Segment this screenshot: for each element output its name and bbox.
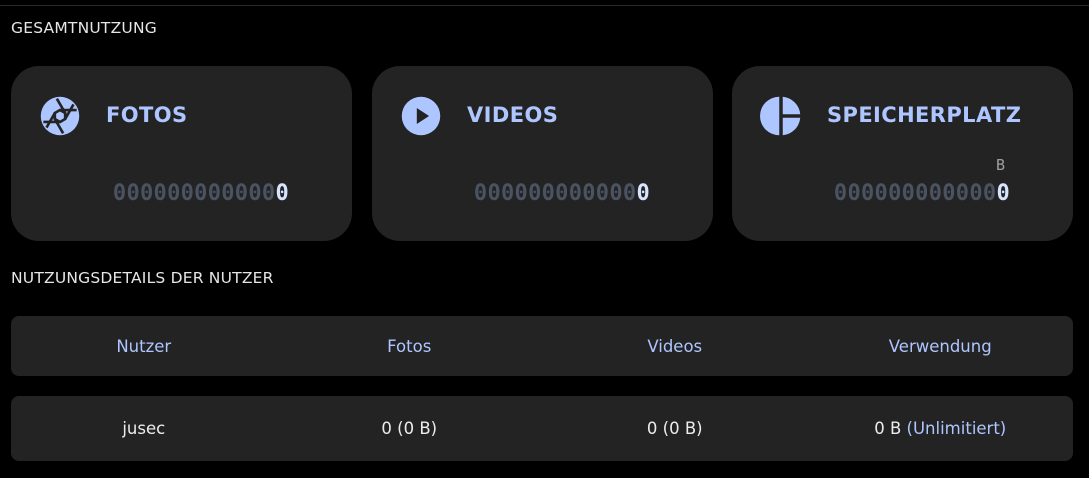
cell-videos: 0 (0 B) [646, 419, 703, 438]
user-usage-details-title: NUTZUNGSDETAILS DER NUTZER [11, 269, 274, 287]
total-usage-title: GESAMTNUTZUNG [11, 19, 157, 37]
cell-photos: 0 (0 B) [381, 419, 438, 438]
cell-usage: 0 B (Unlimitiert) [808, 419, 1074, 438]
videos-count-padding: 000000000000 [473, 181, 637, 206]
table-row: jusec 0 (0 B) 0 (0 B) 0 B (Unlimitiert) [11, 396, 1073, 461]
top-divider [0, 5, 1089, 6]
storage-card-title: SPEICHERPLATZ [827, 103, 1022, 127]
cell-user: jusec [122, 419, 166, 438]
column-header-user: Nutzer [116, 336, 172, 356]
pie-chart-icon [760, 96, 801, 136]
storage-amount-value: 0 [996, 181, 1010, 206]
camera-aperture-icon [40, 96, 80, 136]
storage-stat-card: SPEICHERPLATZ B 0000000000000 [732, 66, 1073, 241]
videos-count: 0000000000000 [474, 181, 650, 206]
photos-stat-card: FOTOS 0000000000000 [11, 66, 352, 241]
column-header-usage: Verwendung [888, 336, 992, 356]
column-header-photos: Fotos [387, 336, 432, 356]
play-circle-icon [401, 96, 441, 136]
quota-label: (Unlimitiert) [906, 419, 1007, 438]
usage-amount: 0 B [874, 419, 902, 438]
storage-unit: B [995, 156, 1005, 174]
videos-stat-card: VIDEOS 0000000000000 [372, 66, 713, 241]
photos-count-padding: 000000000000 [112, 181, 276, 206]
videos-count-value: 0 [636, 181, 650, 206]
usage-table-header: Nutzer Fotos Videos Verwendung [11, 316, 1073, 376]
photos-count: 0000000000000 [113, 181, 289, 206]
videos-card-title: VIDEOS [467, 103, 559, 127]
server-statistics-page: GESAMTNUTZUNG FOTOS 0000000000000 VIDEOS… [0, 0, 1089, 478]
photos-card-title: FOTOS [106, 103, 188, 127]
column-header-videos: Videos [647, 336, 703, 356]
photos-count-value: 0 [275, 181, 289, 206]
storage-amount: 0000000000000 [834, 181, 1010, 206]
storage-amount-padding: 000000000000 [833, 181, 997, 206]
